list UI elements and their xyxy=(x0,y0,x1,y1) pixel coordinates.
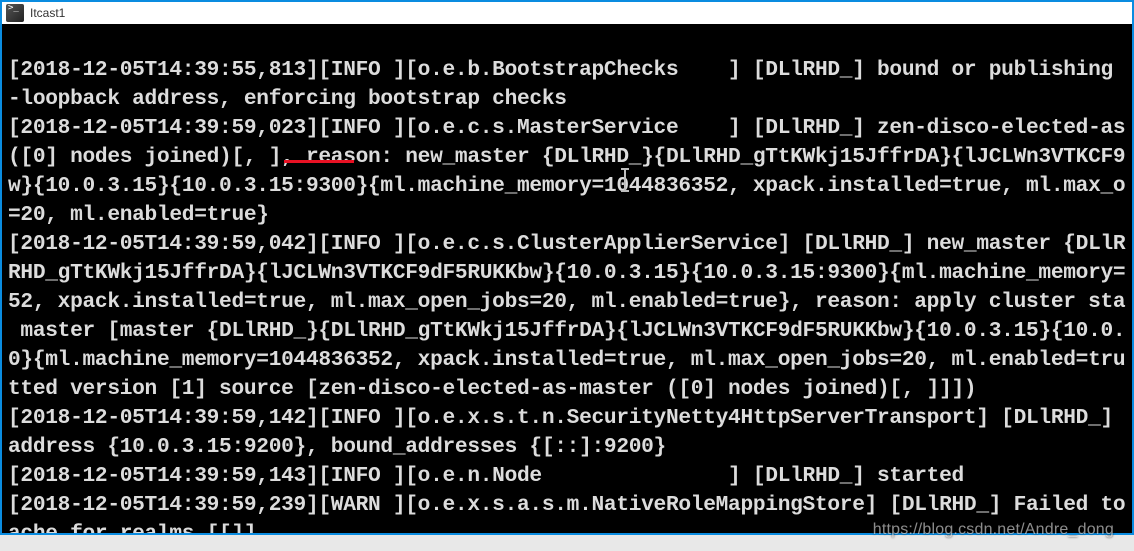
terminal-window: Itcast1 [2018-12-05T14:39:55,813][INFO ]… xyxy=(0,0,1134,535)
log-line: [2018-12-05T14:39:59,239][WARN ][o.e.x.s… xyxy=(8,493,1125,517)
log-line: [2018-12-05T14:39:59,142][INFO ][o.e.x.s… xyxy=(8,406,1125,430)
log-line: w}{10.0.3.15}{10.0.3.15:9300}{ml.machine… xyxy=(8,174,1125,198)
log-line: -loopback address, enforcing bootstrap c… xyxy=(8,87,567,111)
log-line: [2018-12-05T14:39:59,042][INFO ][o.e.c.s… xyxy=(8,232,1125,256)
log-line: 0}{ml.machine_memory=1044836352, xpack.i… xyxy=(8,348,1125,372)
log-line: tted version [1] source [zen-disco-elect… xyxy=(8,377,976,401)
log-line: [2018-12-05T14:39:59,023][INFO ][o.e.c.s… xyxy=(8,116,1125,140)
window-title: Itcast1 xyxy=(30,6,65,20)
log-line: [2018-12-05T14:39:59,143][INFO ][o.e.n.N… xyxy=(8,464,964,488)
log-line: address {10.0.3.15:9200}, bound_addresse… xyxy=(8,435,666,459)
log-line: master [master {DLlRHD_}{DLlRHD_gTtKWkj1… xyxy=(8,319,1125,343)
log-line: RHD_gTtKWkj15JffrDA}{lJCLWn3VTKCF9dF5RUK… xyxy=(8,261,1125,285)
log-line: [2018-12-05T14:39:55,813][INFO ][o.e.b.B… xyxy=(8,58,1125,82)
watermark: https://blog.csdn.net/Andre_dong xyxy=(873,521,1114,539)
log-line: ache for realms [[]] xyxy=(8,522,256,533)
console-output[interactable]: [2018-12-05T14:39:55,813][INFO ][o.e.b.B… xyxy=(8,27,1132,533)
terminal-icon xyxy=(6,4,24,22)
log-line: ([0] nodes joined)[, ], reason: new_mast… xyxy=(8,145,1125,169)
titlebar[interactable]: Itcast1 xyxy=(2,2,1132,24)
red-underline-annotation xyxy=(284,160,354,163)
log-line: 52, xpack.installed=true, ml.max_open_jo… xyxy=(8,290,1125,314)
log-line: =20, ml.enabled=true} xyxy=(8,203,269,227)
